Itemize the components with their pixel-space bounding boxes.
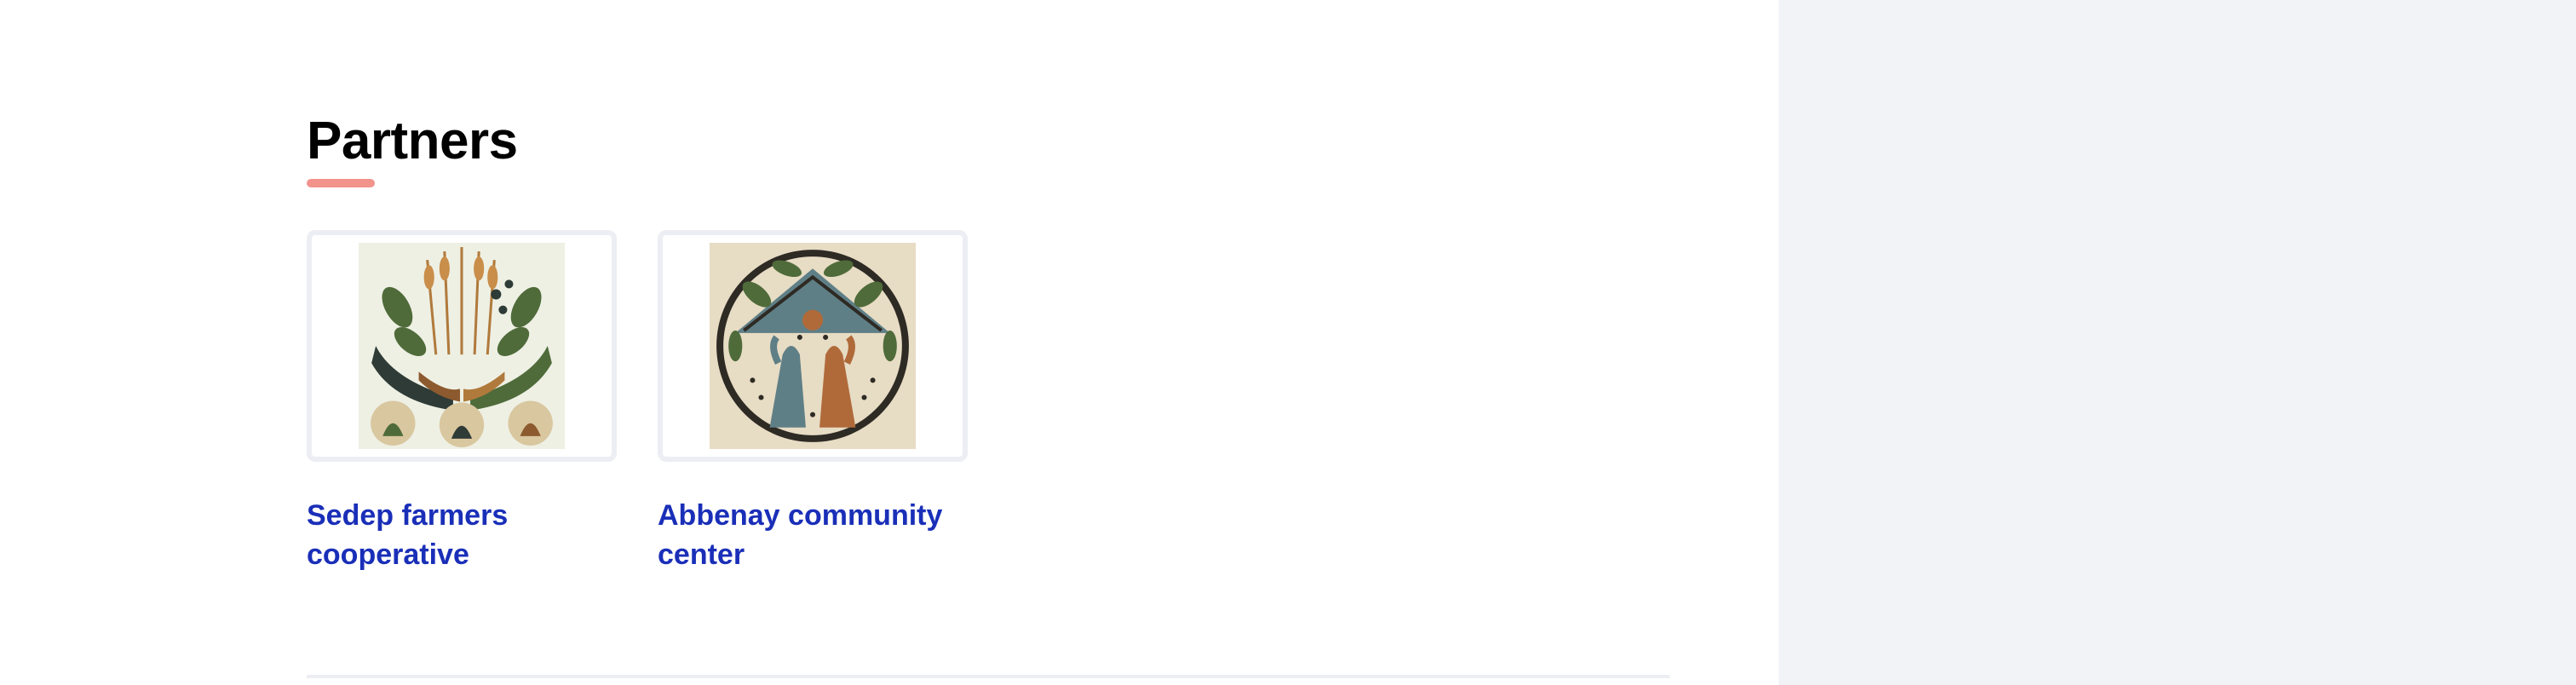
hands-community-logo-icon bbox=[710, 243, 916, 449]
right-sidebar bbox=[1779, 0, 2576, 685]
main-content: Partners Sedep farmers cooperative Abben… bbox=[0, 0, 1779, 685]
partner-card: Abbenay community center bbox=[658, 230, 968, 574]
partner-logo-frame[interactable] bbox=[307, 230, 617, 462]
partner-card: Sedep farmers cooperative bbox=[307, 230, 617, 574]
section-title: Partners bbox=[307, 112, 518, 170]
title-underline bbox=[307, 179, 375, 187]
partner-link[interactable]: Abbenay community center bbox=[658, 496, 981, 574]
hands-plants-logo-icon bbox=[359, 243, 565, 449]
partner-logo-frame[interactable] bbox=[658, 230, 968, 462]
partner-link[interactable]: Sedep farmers cooperative bbox=[307, 496, 630, 574]
section-divider bbox=[307, 675, 1670, 678]
